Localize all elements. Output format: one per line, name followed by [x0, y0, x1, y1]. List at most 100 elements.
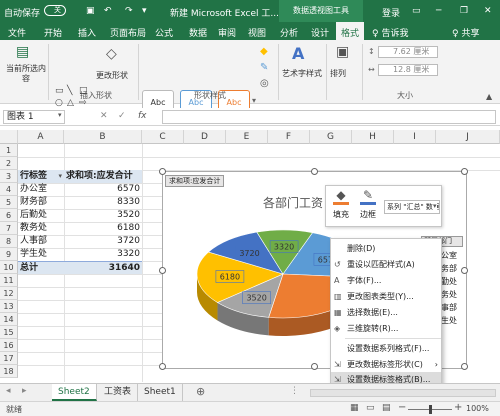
menu-item-format-series[interactable]: 设置数据系列格式(F)...	[331, 341, 441, 356]
minimize-icon[interactable]: ─	[436, 6, 441, 16]
tab-format[interactable]: 格式	[336, 22, 365, 40]
cancel-icon[interactable]: ✕	[100, 111, 108, 121]
shape-outline-icon[interactable]: ✎	[260, 62, 268, 73]
column-header-d[interactable]: D	[184, 130, 226, 144]
menu-item-3d-rotation[interactable]: ◈ 三维旋转(R)...	[331, 321, 441, 336]
add-sheet-icon[interactable]: ⊕	[196, 385, 205, 398]
legend-item[interactable]: 勤处	[441, 276, 466, 289]
legend-item[interactable]: 生处	[441, 315, 466, 328]
shape-effects-icon[interactable]: ◎	[260, 78, 269, 89]
tab-home[interactable]: 开始	[44, 26, 62, 39]
height-input[interactable]: 7.62 厘米	[378, 46, 438, 58]
column-header-e[interactable]: E	[226, 130, 268, 144]
sheet-options-icon[interactable]: ⋮	[290, 386, 299, 396]
filter-dropdown-icon[interactable]: ▾	[58, 170, 62, 183]
tab-file[interactable]: 文件	[8, 26, 26, 39]
tab-analyze[interactable]: 分析	[280, 26, 298, 39]
row-header[interactable]: 10	[0, 261, 18, 274]
column-header-b[interactable]: B	[64, 130, 142, 144]
pivot-row-value[interactable]: 8330	[64, 196, 140, 209]
menu-item-select-data[interactable]: ▦ 选择数据(E)...	[331, 305, 441, 320]
outline-button[interactable]: ✎ 边框	[356, 188, 380, 226]
pivot-row-label[interactable]: 办公室	[20, 183, 64, 196]
row-header[interactable]: 18	[0, 365, 18, 378]
scroll-sheets-right-icon[interactable]: ▸	[22, 386, 27, 396]
column-header-g[interactable]: G	[310, 130, 352, 144]
pivot-row-label[interactable]: 学生处	[20, 248, 64, 261]
menu-item-font[interactable]: A 字体(F)...	[331, 273, 441, 288]
chart-title[interactable]: 各部门工资	[263, 194, 323, 211]
zoom-slider-thumb[interactable]	[429, 405, 432, 414]
tab-tell-me[interactable]: ♀ 告诉我	[372, 26, 408, 39]
ribbon-display-icon[interactable]: ▭	[412, 6, 421, 16]
row-header[interactable]: 13	[0, 300, 18, 313]
sheet-tab-sheet2[interactable]: Sheet2	[52, 384, 97, 401]
resize-handle[interactable]	[461, 363, 468, 370]
zoom-out-icon[interactable]: −	[398, 402, 406, 413]
tab-data[interactable]: 数据	[189, 26, 207, 39]
current-selection-button[interactable]: ▤ 当前所选内容	[4, 44, 46, 84]
pivot-row-label[interactable]: 教务处	[20, 222, 64, 235]
column-header-c[interactable]: C	[142, 130, 184, 144]
resize-handle[interactable]	[159, 363, 166, 370]
column-header-h[interactable]: H	[352, 130, 394, 144]
name-box-dropdown-icon[interactable]: ▾	[58, 111, 62, 119]
sheet-tab-sheet1[interactable]: Sheet1	[138, 384, 183, 401]
tab-design[interactable]: 设计	[311, 26, 329, 39]
redo-icon[interactable]: ↷	[125, 6, 133, 16]
pivot-total-value[interactable]: 31640	[64, 261, 142, 274]
pivot-row-value[interactable]: 3320	[64, 248, 140, 261]
row-header[interactable]: 7	[0, 222, 18, 235]
data-label[interactable]: 3320	[274, 243, 294, 252]
row-header[interactable]: 15	[0, 326, 18, 339]
normal-view-icon[interactable]: ▦	[350, 403, 359, 413]
resize-handle[interactable]	[159, 168, 166, 175]
menu-item-change-label-shape[interactable]: ⇲ 更改数据标签形状(C) ›	[331, 357, 441, 372]
page-break-icon[interactable]: ▤	[382, 403, 391, 413]
pivot-row-label[interactable]: 后勤处	[20, 209, 64, 222]
row-header[interactable]: 1	[0, 144, 18, 157]
data-label[interactable]: 6180	[220, 272, 240, 281]
legend-item[interactable]: 公室	[441, 250, 466, 263]
column-header-f[interactable]: F	[268, 130, 310, 144]
change-shape-button[interactable]: ◇ 更改形状	[96, 46, 132, 86]
page-layout-icon[interactable]: ▭	[366, 403, 375, 413]
pivot-row-value[interactable]: 6570	[64, 183, 140, 196]
resize-handle[interactable]	[461, 267, 468, 274]
save-icon[interactable]: ▣	[86, 6, 95, 16]
collapse-ribbon-icon[interactable]: ▲	[486, 92, 492, 101]
tab-insert[interactable]: 插入	[78, 26, 96, 39]
pivot-row-value[interactable]: 3520	[64, 209, 140, 222]
scroll-sheets-left-icon[interactable]: ◂	[6, 386, 11, 396]
resize-handle[interactable]	[461, 168, 468, 175]
arrange-button[interactable]: ▣ 排列	[330, 44, 356, 90]
tab-formulas[interactable]: 公式	[155, 26, 173, 39]
chart-field-button[interactable]: 求和项:应发合计	[165, 175, 225, 187]
insert-function-icon[interactable]: fx	[138, 111, 147, 121]
tab-view[interactable]: 视图	[248, 26, 266, 39]
data-label[interactable]: 3520	[246, 294, 266, 303]
select-all-corner[interactable]	[0, 130, 18, 144]
menu-item-reset-style[interactable]: ↺ 重设以匹配样式(A)	[331, 257, 441, 272]
pivot-row-value[interactable]: 6180	[64, 222, 140, 235]
row-header[interactable]: 5	[0, 196, 18, 209]
shape-fill-icon[interactable]: ◆	[260, 46, 268, 57]
row-header[interactable]: 17	[0, 352, 18, 365]
data-label[interactable]: 3720	[239, 249, 259, 258]
name-box[interactable]: 图表 1	[3, 110, 65, 124]
login-link[interactable]: 登录	[382, 6, 400, 19]
resize-handle[interactable]	[311, 168, 318, 175]
formula-input[interactable]	[162, 110, 496, 124]
legend-item[interactable]: 务处	[441, 289, 466, 302]
row-header[interactable]: 8	[0, 235, 18, 248]
pivot-row-value[interactable]: 3720	[64, 235, 140, 248]
menu-item-change-chart-type[interactable]: ▥ 更改图表类型(Y)...	[331, 289, 441, 304]
tab-page-layout[interactable]: 页面布局	[110, 26, 146, 39]
resize-handle[interactable]	[159, 267, 166, 274]
tab-review[interactable]: 审阅	[218, 26, 236, 39]
zoom-in-icon[interactable]: +	[454, 402, 462, 413]
row-header[interactable]: 2	[0, 157, 18, 170]
horizontal-scrollbar[interactable]	[310, 389, 496, 397]
sheet-tab-payroll[interactable]: 工资表	[98, 384, 139, 401]
restore-icon[interactable]: ❐	[460, 6, 468, 16]
